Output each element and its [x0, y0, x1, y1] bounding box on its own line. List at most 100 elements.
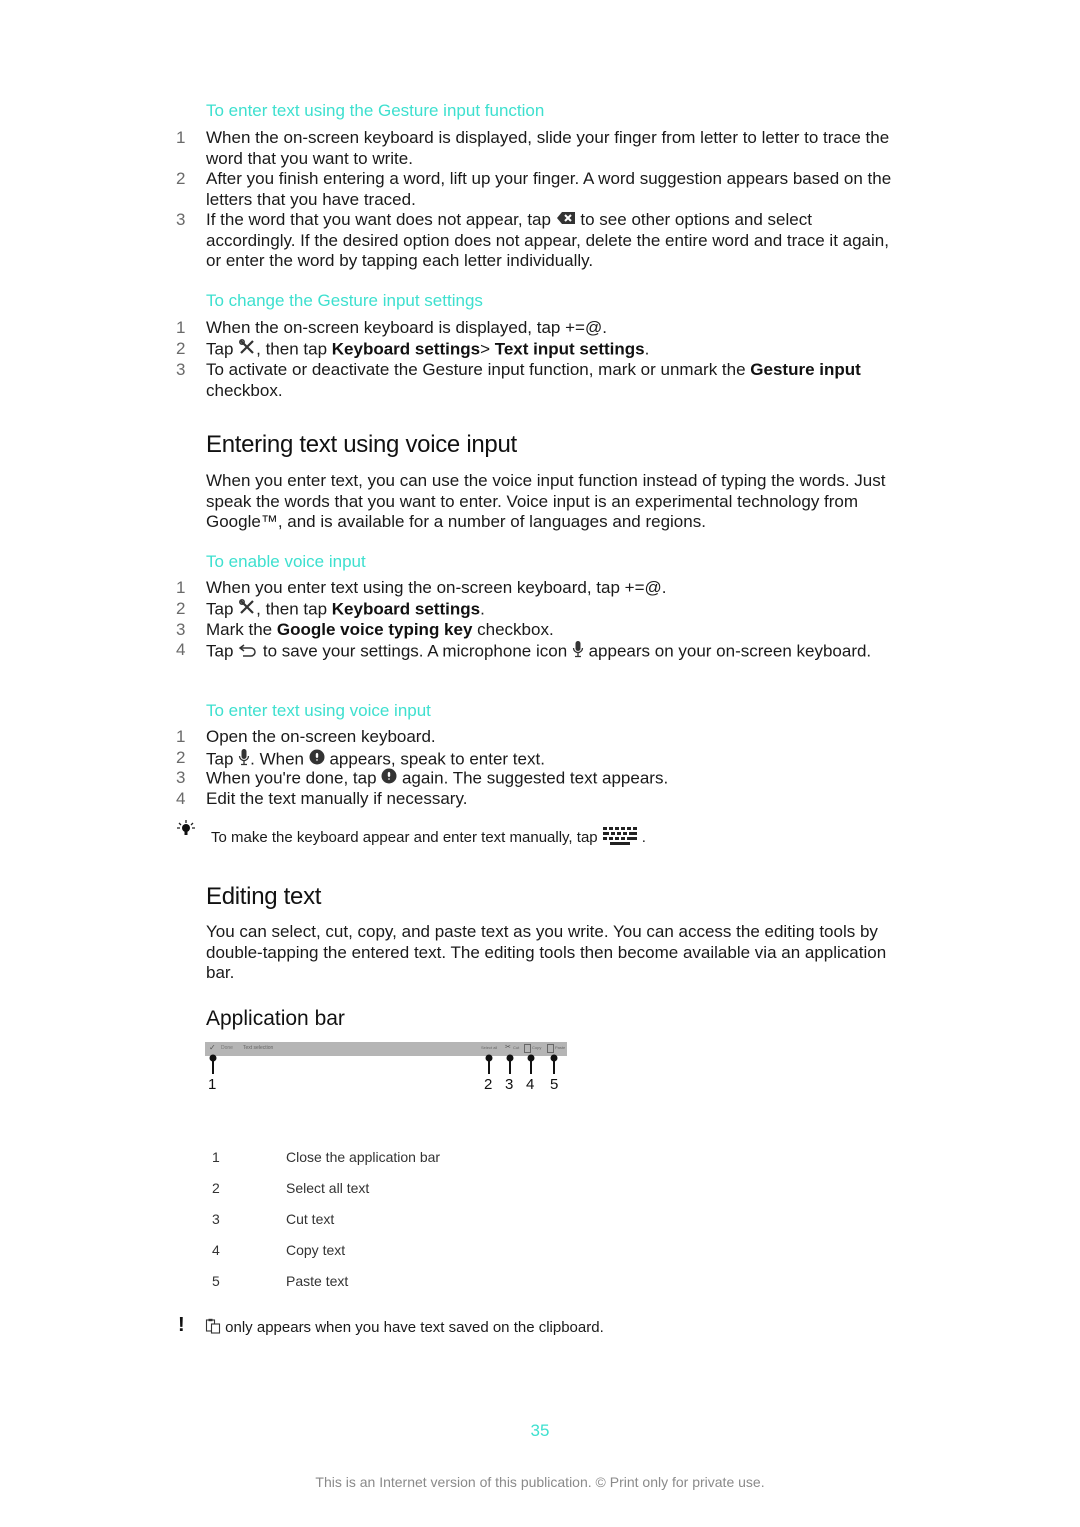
option-gesture-input: Gesture input	[750, 360, 861, 379]
step-text: Tap	[206, 749, 239, 769]
step-number: 1	[176, 578, 186, 597]
step-text: . When	[250, 749, 309, 769]
appbar-paste: Paste	[555, 1045, 566, 1050]
step-text: again. The suggested text appears.	[397, 768, 669, 788]
step-text: .	[661, 578, 667, 597]
step-text: If the word that you want does not appea…	[206, 210, 556, 229]
appbar-title: Text selection	[243, 1045, 274, 1051]
legend-number: 2	[212, 1180, 220, 1196]
step-number: 3	[176, 210, 186, 229]
step-text: checkbox.	[472, 620, 554, 639]
callout-arrows	[209, 1054, 558, 1074]
step-number: 3	[176, 360, 186, 379]
note-text-body: only appears when you have text saved on…	[221, 1318, 604, 1336]
step-number: 1	[176, 128, 186, 147]
legend-text: Cut text	[286, 1211, 335, 1227]
legend-number: 1	[212, 1149, 220, 1165]
paste-icon	[205, 1318, 221, 1338]
appbar-select-all: Select all	[481, 1045, 498, 1050]
step-text: When the on-screen keyboard is displayed…	[206, 128, 890, 168]
heading-application-bar: Application bar	[206, 1007, 345, 1030]
step-number: 2	[176, 599, 186, 618]
callout-dot-4	[527, 1054, 535, 1062]
appbar-paste-icon	[547, 1044, 554, 1053]
callout-label-4: 4	[526, 1076, 535, 1093]
step-text: checkbox.	[206, 380, 283, 400]
legend-text: Select all text	[286, 1180, 370, 1196]
backspace-icon	[556, 210, 576, 231]
voice-intro-paragraph: When you enter text, you can use the voi…	[206, 471, 886, 532]
callout-label-5: 5	[550, 1076, 559, 1093]
step-text: , then tap	[256, 599, 332, 619]
heading-voice-input: Entering text using voice input	[206, 431, 517, 458]
appbar-copy-icon	[524, 1044, 531, 1053]
tip-text: To make the keyboard appear and enter te…	[211, 826, 646, 850]
subheading-gesture-enter: To enter text using the Gesture input fu…	[206, 101, 545, 120]
callout-label-3: 3	[505, 1076, 514, 1093]
tip-text-body: To make the keyboard appear and enter te…	[211, 828, 602, 846]
heading-editing-text: Editing text	[206, 883, 322, 910]
footer-notice: This is an Internet version of this publ…	[315, 1474, 765, 1490]
appbar-cut-icon: ✂	[505, 1044, 511, 1051]
symbols-key-label: +=@	[565, 318, 603, 337]
subheading-enter-voice: To enter text using voice input	[206, 701, 431, 720]
page-number: 35	[530, 1421, 550, 1440]
step-number: 1	[176, 318, 186, 337]
step-text: .	[602, 318, 607, 337]
step-text: Mark the	[206, 620, 277, 639]
tools-icon	[238, 339, 256, 361]
subheading-enable-voice: To enable voice input	[206, 552, 366, 571]
record-icon	[381, 768, 397, 790]
callout-dot-5	[550, 1054, 558, 1062]
step-text: Tap	[206, 641, 239, 661]
microphone-icon	[572, 640, 584, 664]
menu-path-text-input-settings: Text input settings	[494, 339, 645, 359]
step-text: When the on-screen keyboard is displayed…	[206, 318, 566, 337]
back-icon	[238, 642, 258, 663]
appbar-done-label: Done	[221, 1045, 233, 1051]
legend-number: 3	[212, 1211, 220, 1227]
tip-text-end: .	[641, 828, 646, 846]
step-text: To activate or deactivate the Gesture in…	[206, 360, 751, 379]
done-check-icon: ✓	[209, 1043, 216, 1052]
step-number: 2	[176, 169, 186, 188]
step-text: Open the on-screen keyboard.	[206, 727, 436, 746]
step-text: to save your settings. A microphone icon	[258, 641, 572, 661]
step-number: 3	[176, 620, 186, 639]
legend-number: 5	[212, 1273, 220, 1289]
warning-icon: !	[178, 1314, 185, 1336]
step-number: 4	[176, 789, 186, 808]
step-text: Tap	[206, 339, 239, 359]
step-text: appears on your on-screen keyboard.	[583, 641, 872, 661]
callout-dot-2	[485, 1054, 493, 1062]
step-text: Tap	[206, 599, 239, 619]
step-text: appears, speak to enter text.	[324, 749, 545, 769]
legend-number: 4	[212, 1242, 220, 1258]
menu-path-keyboard-settings: Keyboard settings	[331, 599, 481, 619]
legend-text: Close the application bar	[286, 1149, 441, 1165]
callout-label-2: 2	[484, 1076, 493, 1093]
step-text: When you enter text using the on-screen …	[206, 578, 625, 597]
menu-path-keyboard-settings: Keyboard settings	[331, 339, 481, 359]
step-text: Edit the text manually if necessary.	[206, 789, 468, 808]
note-text: only appears when you have text saved on…	[205, 1318, 604, 1338]
tip-icon	[176, 820, 196, 843]
editing-intro-paragraph: You can select, cut, copy, and paste tex…	[206, 922, 887, 983]
symbols-key-label: +=@	[624, 578, 662, 597]
callout-dot-3	[506, 1054, 514, 1062]
step-text: .	[644, 339, 650, 359]
callout-dot-1	[209, 1054, 217, 1062]
step-number: 1	[176, 727, 186, 746]
tools-icon	[238, 599, 256, 621]
step-number: 2	[176, 748, 186, 767]
step-number: 4	[176, 640, 186, 659]
subheading-gesture-settings: To change the Gesture input settings	[206, 291, 483, 310]
step-number: 2	[176, 339, 186, 358]
legend-text: Copy text	[286, 1242, 346, 1258]
step-text: When you're done, tap	[206, 768, 382, 788]
keyboard-icon	[602, 826, 642, 850]
callout-label-1: 1	[208, 1076, 217, 1093]
step-text: After you finish entering a word, lift u…	[206, 169, 892, 209]
appbar-cut: Cut	[513, 1045, 520, 1050]
legend-text: Paste text	[286, 1273, 349, 1289]
